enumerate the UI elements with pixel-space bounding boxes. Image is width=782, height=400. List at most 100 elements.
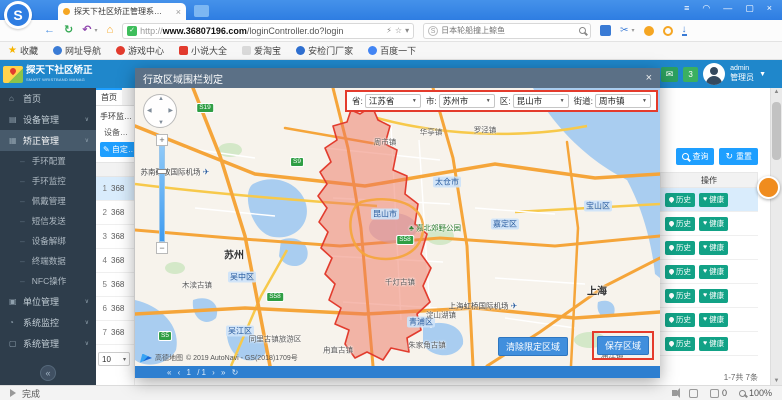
- scroll-down-icon[interactable]: ▼: [771, 378, 782, 384]
- pan-up-icon[interactable]: ▲: [158, 96, 164, 102]
- download-icon[interactable]: ↓: [682, 26, 687, 36]
- save-region-button[interactable]: 保存区域: [597, 336, 649, 355]
- user-caret-icon[interactable]: ▼: [759, 71, 766, 78]
- zoom-slider[interactable]: [159, 146, 165, 242]
- site-safety-icon[interactable]: ✓: [127, 26, 137, 36]
- clear-region-button[interactable]: 清除限定区域: [498, 337, 568, 356]
- sogou-logo[interactable]: S: [4, 1, 32, 29]
- address-bar[interactable]: ✓ http://www.36807196.com/loginControlle…: [122, 23, 414, 39]
- recall-icon[interactable]: ↶: [82, 25, 91, 36]
- zoom-slider-handle[interactable]: [157, 169, 167, 174]
- bookmark-item-6[interactable]: 安检门厂家: [296, 44, 353, 57]
- search-icon[interactable]: [579, 27, 586, 34]
- table-row[interactable]: 7368: [96, 321, 134, 345]
- shield-icon[interactable]: [689, 389, 698, 398]
- map-canvas[interactable]: 苏南硕放国际机场 ✈上海虹桥国际机场 ✈苏州上海吴中区吴江区太仓市嘉定区青浦区宝…: [135, 88, 660, 366]
- table-row[interactable]: 2368: [96, 201, 134, 225]
- table-row[interactable]: 5368: [96, 273, 134, 297]
- history-button[interactable]: 历史: [665, 289, 695, 303]
- sidebar-item-单位管理[interactable]: ▣单位管理∨: [0, 291, 96, 312]
- history-button[interactable]: 历史: [665, 217, 695, 231]
- table-row[interactable]: 4368: [96, 249, 134, 273]
- avatar[interactable]: [703, 63, 725, 85]
- menu-icon[interactable]: ≡: [684, 3, 689, 14]
- region-select-2[interactable]: 苏州市▼: [439, 94, 495, 108]
- sidebar-item-设备解绑[interactable]: –设备解绑: [0, 231, 96, 251]
- flash-icon[interactable]: ⚡: [386, 26, 392, 35]
- sidebar-item-手环配置[interactable]: –手环配置: [0, 151, 96, 171]
- sidebar-item-设备管理[interactable]: ▤设备管理∨: [0, 109, 96, 130]
- footer-pager-icons[interactable]: « ‹ 1 /1 › » ↻: [167, 368, 240, 377]
- mail-badge[interactable]: 3: [683, 67, 698, 82]
- table-row[interactable]: 6368: [96, 297, 134, 321]
- recall-caret-icon[interactable]: ▾: [94, 27, 97, 34]
- vertical-scrollbar[interactable]: ▲ ▼: [770, 88, 782, 385]
- home-icon[interactable]: ⌂: [106, 25, 113, 36]
- screenshot-scissors-icon[interactable]: ✂: [620, 25, 628, 36]
- extension-icon[interactable]: [644, 26, 654, 36]
- health-button[interactable]: ♥健康: [699, 313, 728, 327]
- bookmark-item-7[interactable]: 百度一下: [368, 44, 416, 57]
- map-pan-control[interactable]: ▲ ▼ ◀ ▶: [143, 94, 177, 128]
- history-button[interactable]: 历史: [665, 265, 695, 279]
- bookmark-item-4[interactable]: 小说大全: [179, 44, 227, 57]
- bookmark-item-3[interactable]: 游戏中心: [116, 44, 164, 57]
- pan-left-icon[interactable]: ◀: [147, 107, 152, 114]
- browser-tab[interactable]: 探天下社区矫正管理系… ×: [58, 3, 186, 20]
- account-icon[interactable]: [663, 26, 673, 36]
- health-button[interactable]: ♥健康: [699, 241, 728, 255]
- sidebar-item-矫正管理[interactable]: ▦矫正管理∨: [0, 130, 96, 151]
- maximize-icon[interactable]: ▢: [745, 3, 754, 14]
- sidebar-item-短信发送[interactable]: –短信发送: [0, 211, 96, 231]
- zoom-level[interactable]: 100%: [749, 388, 772, 398]
- table-row[interactable]: 1368: [96, 177, 134, 201]
- sidebar-item-手环监控[interactable]: –手环监控: [0, 171, 96, 191]
- table-row[interactable]: 3368: [96, 225, 134, 249]
- search-input[interactable]: [441, 26, 576, 35]
- custom-area-button[interactable]: ✎ 自定…: [100, 142, 135, 157]
- region-select-3[interactable]: 昆山市▼: [513, 94, 569, 108]
- mail-icon[interactable]: ✉: [661, 67, 678, 82]
- zoom-out-button[interactable]: −: [156, 242, 168, 254]
- scissors-caret-icon[interactable]: ▾: [632, 27, 635, 34]
- blocked-counter-icon[interactable]: [710, 389, 719, 398]
- pan-right-icon[interactable]: ▶: [168, 107, 173, 114]
- zoom-in-button[interactable]: +: [156, 134, 168, 146]
- health-button[interactable]: ♥健康: [699, 193, 728, 207]
- page-size-select[interactable]: 10 ▾: [98, 352, 130, 366]
- favorite-star-icon[interactable]: ☆: [395, 26, 402, 35]
- bookmark-item-2[interactable]: 网址导航: [53, 44, 101, 57]
- minimize-icon[interactable]: —: [723, 3, 732, 14]
- sidebar-collapse-button[interactable]: «: [40, 365, 56, 381]
- sidebar-item-系统监控[interactable]: ◔系统监控∨: [0, 312, 96, 333]
- tab-home[interactable]: 首页: [96, 88, 122, 105]
- history-button[interactable]: 历史: [665, 313, 695, 327]
- zoom-lens-icon[interactable]: [739, 390, 746, 397]
- refresh-icon[interactable]: ↻: [64, 25, 73, 36]
- search-box[interactable]: S: [423, 23, 591, 39]
- sidebar-item-终端数据[interactable]: –终端数据: [0, 251, 96, 271]
- scrollbar-thumb[interactable]: [772, 102, 781, 160]
- sidebar-item-佩戴管理[interactable]: –佩戴管理: [0, 191, 96, 211]
- health-button[interactable]: ♥健康: [699, 217, 728, 231]
- back-icon[interactable]: ←: [44, 25, 55, 36]
- health-button[interactable]: ♥健康: [699, 337, 728, 351]
- bookmark-item-1[interactable]: ★收藏▾: [8, 44, 38, 57]
- skin-icon[interactable]: ◠: [702, 3, 710, 14]
- health-button[interactable]: ♥健康: [699, 289, 728, 303]
- sidebar-item-首页[interactable]: ⌂首页: [0, 88, 96, 109]
- sidebar-item-NFC操作[interactable]: –NFC操作: [0, 271, 96, 291]
- speaker-icon[interactable]: [672, 390, 677, 396]
- dialog-close-icon[interactable]: ×: [646, 72, 652, 84]
- user-info[interactable]: admin 管理员: [730, 65, 754, 84]
- health-button[interactable]: ♥健康: [699, 265, 728, 279]
- pan-down-icon[interactable]: ▼: [158, 120, 164, 126]
- history-button[interactable]: 历史: [665, 193, 695, 207]
- sidebar-toggle-icon[interactable]: [600, 25, 611, 36]
- region-select-1[interactable]: 江苏省▼: [365, 94, 421, 108]
- close-icon[interactable]: ×: [767, 3, 772, 14]
- new-tab-button[interactable]: [194, 5, 209, 17]
- history-button[interactable]: 历史: [665, 241, 695, 255]
- region-select-4[interactable]: 周市镇▼: [595, 94, 651, 108]
- search-button[interactable]: 查询: [676, 148, 714, 165]
